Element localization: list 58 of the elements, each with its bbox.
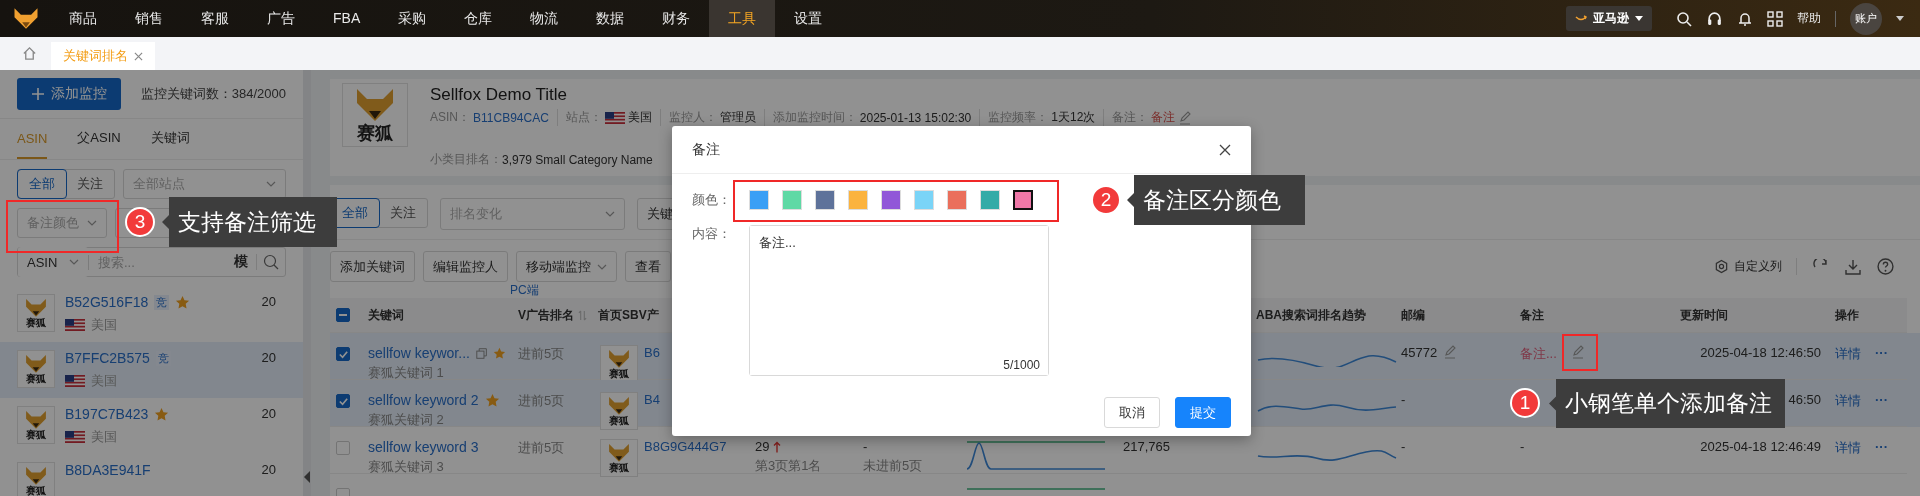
info-value: 备注 [1151,109,1176,126]
keyword-translation: 赛狐关键词 1 [368,364,445,382]
info-value: 2025-01-13 15:02:30 [859,110,972,125]
keyword-count: 20 [261,350,277,367]
logo-text: 赛狐 [609,368,629,380]
table-cell: 备注... [1520,345,1557,363]
table-cell: 29 [755,439,770,454]
product-title: Sellfox Demo Title [430,85,568,105]
column-header: ABA搜索词排名趋势 [1256,306,1366,324]
group-label: PC端 [509,282,540,298]
column-header: 关键词 [368,306,404,324]
logo-text: 赛狐 [26,485,46,496]
column-header: 邮编 [1401,306,1425,324]
info-label: ASIN： [430,109,470,126]
annotation-tooltip: 小钢笔单个添加备注 [1549,379,1785,428]
keyword-count: 20 [261,462,277,479]
column-header: 备注 [1520,306,1544,324]
field-label: 内容： [692,225,732,243]
logo-text: 赛狐 [26,429,46,441]
logo-text: 赛狐 [26,373,46,385]
column-header: 首页SBV产 [598,306,659,324]
annotation-tooltip: 备注区分颜色 [1127,175,1305,225]
logo-text: 赛狐 [26,317,46,329]
field-label: 颜色： [692,191,732,209]
column-header: 操作 [1835,306,1859,324]
keyword-count: 20 [261,294,277,311]
column-header: V广告排名 [518,306,574,324]
competitor-tag: 竞 [154,294,170,310]
keyword-translation: 赛狐关键词 2 [368,411,445,429]
column-header: 更新时间 [1680,306,1728,324]
table-cell-text: 217,765 [1123,439,1171,454]
keyword-count: 20 [261,406,277,423]
table-cell: - [1520,439,1525,454]
table-cell: 2025-04-18 12:46:50 [1700,345,1821,360]
table-cell-text: 未进前5页 [863,457,924,475]
table-cell-text: 进前5页 [518,439,566,457]
info-value: 1天12次 [1051,109,1096,126]
info-value: 管理员 [719,109,756,126]
table-cell: 46:50 [1788,392,1821,407]
char-counter: 5/1000 [1003,358,1040,372]
table-cell-text: 第3页第1名 [755,457,823,475]
logo-text: 赛狐 [609,415,629,427]
table-cell-text: - [863,439,869,454]
table-cell: 2025-04-18 12:46:49 [1700,439,1821,454]
table-cell-text: 进前5页 [518,392,566,410]
logo-text: 赛狐 [357,123,393,143]
table-cell-text: 进前5页 [518,345,566,363]
dialog-title: 备注 [692,140,720,159]
table-cell: - [1401,439,1406,454]
competitor-tag: 竞 [155,350,171,366]
table-cell: 45772 [1401,345,1438,360]
annotation-tooltip: 支持备注筛选 [162,197,337,247]
keyword-translation: 赛狐关键词 3 [368,458,445,476]
quota-text: 监控关键词数：384/2000 [140,85,286,103]
info-value: 3,979 Small Category Name [502,152,653,167]
logo-text: 赛狐 [609,462,629,474]
table-cell: - [1401,392,1406,407]
info-value: 美国 [627,109,652,126]
